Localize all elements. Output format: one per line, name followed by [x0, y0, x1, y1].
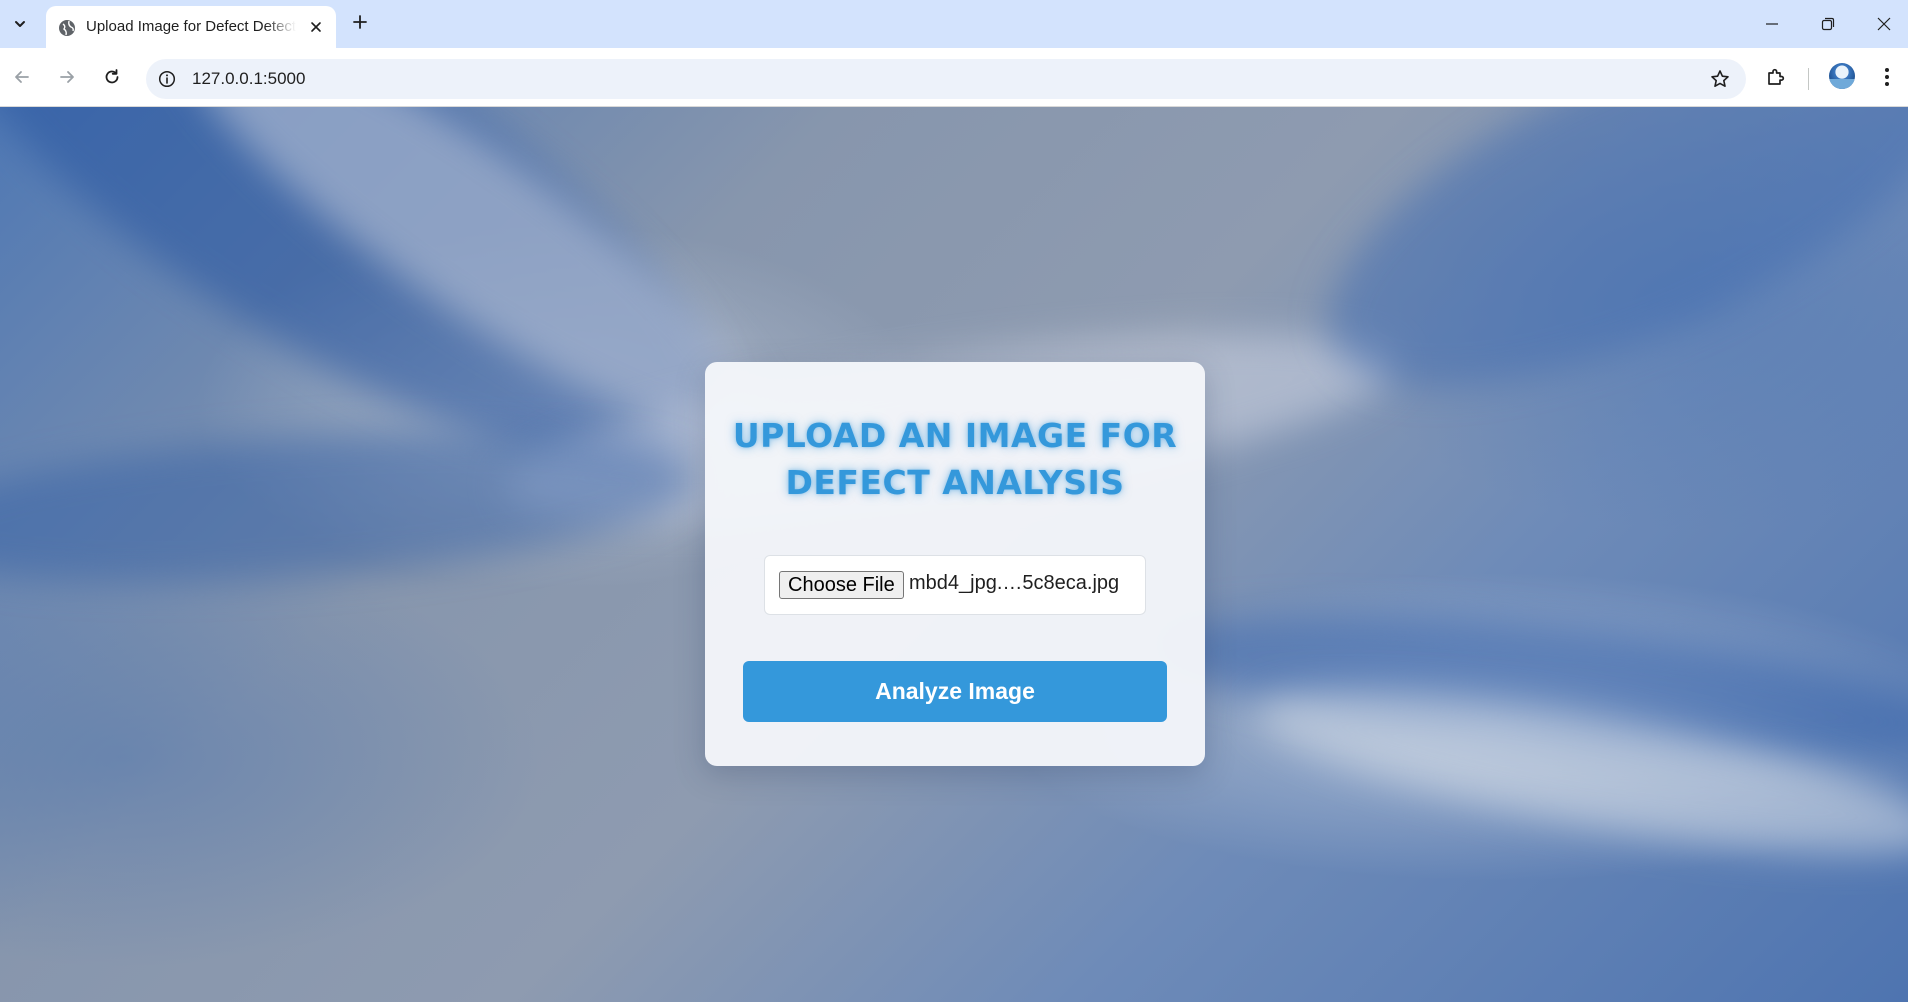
tab-close-button[interactable]	[306, 17, 326, 37]
toolbar-divider	[1808, 68, 1809, 90]
minimize-button[interactable]	[1744, 0, 1800, 48]
arrow-right-icon	[60, 71, 74, 83]
browser-toolbar: 127.0.0.1:5000	[0, 48, 1908, 107]
upload-card: UPLOAD AN IMAGE FOR DEFECT ANALYSIS Choo…	[705, 362, 1205, 766]
arrow-left-icon	[15, 71, 29, 83]
more-vertical-icon	[1885, 68, 1889, 86]
tab-strip: Upload Image for Defect Detection	[0, 0, 1908, 48]
forward-button[interactable]	[51, 61, 83, 93]
background-wave	[1277, 107, 1908, 463]
choose-file-button[interactable]: Choose File	[779, 571, 904, 599]
address-bar[interactable]: 127.0.0.1:5000	[146, 59, 1746, 99]
file-input[interactable]: Choose File mbd4_jpg.…5c8eca.jpg	[764, 555, 1146, 615]
page-viewport: UPLOAD AN IMAGE FOR DEFECT ANALYSIS Choo…	[0, 107, 1908, 1002]
tab-title: Upload Image for Defect Detection	[86, 18, 296, 35]
bookmark-button[interactable]	[1708, 67, 1732, 91]
tab-active[interactable]: Upload Image for Defect Detection	[46, 6, 336, 48]
back-button[interactable]	[6, 61, 38, 93]
url-text[interactable]: 127.0.0.1:5000	[192, 69, 305, 89]
puzzle-icon	[1768, 68, 1785, 85]
close-icon	[311, 22, 321, 32]
analyze-image-button[interactable]: Analyze Image	[743, 661, 1167, 722]
extensions-button[interactable]	[1760, 61, 1792, 93]
chevron-down-icon	[15, 21, 25, 27]
plus-icon	[353, 15, 367, 29]
minimize-icon	[1766, 23, 1778, 25]
star-icon	[1711, 70, 1729, 87]
restore-button[interactable]	[1800, 0, 1856, 48]
globe-icon	[59, 20, 75, 36]
close-icon	[1877, 17, 1891, 31]
browser-menu-button[interactable]	[1871, 61, 1903, 93]
tab-search-button[interactable]	[4, 8, 36, 40]
site-info-button[interactable]	[156, 68, 178, 90]
window-close-button[interactable]	[1856, 0, 1908, 48]
profile-avatar[interactable]	[1829, 63, 1855, 89]
selected-file-name: mbd4_jpg.…5c8eca.jpg	[909, 572, 1120, 594]
browser-window: Upload Image for Defect Detection 127.0.…	[0, 0, 1908, 1002]
restore-icon	[1821, 17, 1835, 31]
page-title: UPLOAD AN IMAGE FOR DEFECT ANALYSIS	[732, 416, 1178, 502]
info-icon	[158, 70, 176, 88]
new-tab-button[interactable]	[346, 8, 374, 36]
reload-icon	[105, 69, 119, 84]
reload-button[interactable]	[96, 61, 128, 93]
